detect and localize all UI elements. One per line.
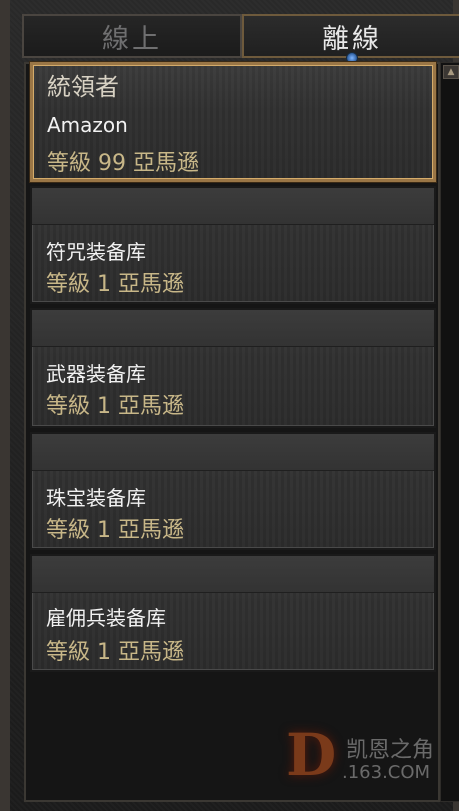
app-frame: 線上 離線 ▲ 統領者 Amazon 等級 99 亞馬遜 符咒装备库 等級 1 … — [0, 0, 459, 811]
character-name: 符咒装备库 — [46, 240, 146, 264]
scroll-up-arrow-icon[interactable]: ▲ — [443, 65, 459, 79]
watermark-logo-letter: D — [286, 721, 337, 789]
character-level: 等級 1 亞馬遜 — [46, 272, 184, 297]
character-card-2[interactable]: 符咒装备库 等級 1 亞馬遜 — [30, 186, 436, 304]
tab-offline-label: 離線 — [322, 23, 382, 55]
tab-online[interactable]: 線上 — [22, 14, 242, 58]
character-name: 珠宝装备库 — [46, 486, 146, 510]
character-level: 等級 99 亞馬遜 — [47, 151, 199, 176]
character-name: 雇佣兵装备库 — [46, 606, 166, 630]
character-level: 等級 1 亞馬遜 — [46, 640, 184, 665]
tab-online-label: 線上 — [102, 23, 162, 55]
watermark-line2: .163.COM — [342, 762, 431, 783]
character-card-amazon[interactable]: 統領者 Amazon 等級 99 亞馬遜 — [30, 62, 436, 182]
group-title: 統領者 — [47, 73, 119, 101]
character-card-4[interactable]: 珠宝装备库 等級 1 亞馬遜 — [30, 432, 436, 550]
character-card-3[interactable]: 武器装备库 等級 1 亞馬遜 — [30, 308, 436, 428]
tab-bar: 線上 離線 — [22, 14, 459, 64]
character-level: 等級 1 亞馬遜 — [46, 518, 184, 543]
character-card-5[interactable]: 雇佣兵装备库 等級 1 亞馬遜 — [30, 554, 436, 672]
character-name: 武器装备库 — [46, 362, 146, 386]
site-watermark: D 凯恩之角 .163.COM — [278, 722, 448, 792]
card-header-band — [32, 556, 434, 593]
tab-offline[interactable]: 離線 — [242, 14, 459, 64]
card-header-band — [32, 310, 434, 347]
list-scrollbar[interactable]: ▲ — [440, 62, 459, 802]
card-header-band — [32, 434, 434, 471]
card-header-band — [32, 188, 434, 225]
watermark-line1: 凯恩之角 — [346, 738, 435, 763]
character-name: Amazon — [47, 113, 128, 137]
character-level: 等級 1 亞馬遜 — [46, 394, 184, 419]
